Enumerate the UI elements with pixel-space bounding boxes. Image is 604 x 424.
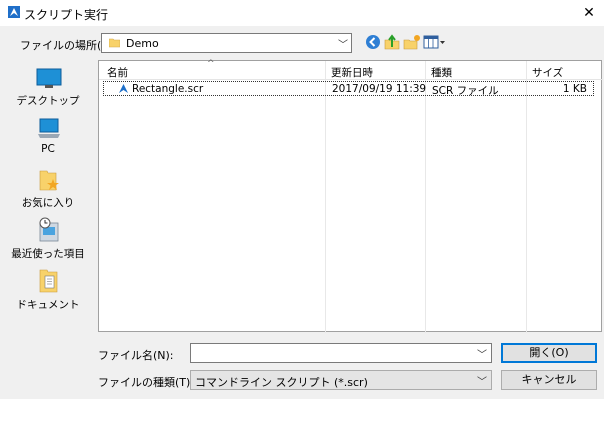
up-folder-icon[interactable] [383,33,401,51]
header-divider [99,79,603,80]
chevron-down-icon[interactable]: ﹀ [477,346,487,361]
place-pc[interactable]: PC [8,118,88,158]
place-label: お気に入り [21,197,75,209]
recent-items-icon [39,217,59,242]
open-button[interactable]: 開く(O) [501,343,597,363]
column-header-name[interactable]: 名前 [107,65,128,80]
column-divider [425,61,426,333]
place-desktop[interactable]: デスクトップ [8,68,88,113]
filetype-label: ファイルの種類(T): [98,376,195,389]
favorites-icon [39,170,59,191]
app-logo-icon [8,6,20,18]
back-icon[interactable] [364,33,382,51]
window-title: スクリプト実行 [24,8,109,22]
column-divider [325,61,326,333]
desktop-icon [36,68,62,88]
file-type: SCR ファイル [432,85,499,97]
column-header-size[interactable]: サイズ [532,65,563,80]
place-label: 最近使った項目 [11,248,85,260]
close-button[interactable]: ✕ [574,0,604,26]
column-divider [526,61,527,333]
view-menu-icon[interactable] [423,33,447,51]
column-header-date[interactable]: 更新日時 [331,65,373,80]
filetype-value: コマンドライン スクリプト (*.scr) [195,376,368,389]
place-label: デスクトップ [16,95,80,107]
chevron-down-icon: ﹀ [338,40,348,51]
file-row[interactable]: Rectangle.scr 2017/09/19 11:39 SCR ファイル … [103,81,594,97]
chevron-down-icon: ﹀ [477,377,487,388]
sort-ascending-icon: ^ [207,59,215,69]
places-bar: デスクトップ PC お気に入り 最近使った項目 ドキュメント [8,60,88,330]
column-header-type[interactable]: 種類 [431,65,452,80]
script-file-icon [119,84,128,93]
place-label: ドキュメント [16,299,80,311]
cancel-button[interactable]: キャンセル [501,370,597,390]
place-recent[interactable]: 最近使った項目 [8,217,88,260]
place-favorites[interactable]: お気に入り [8,168,88,209]
folder-icon [109,38,120,48]
file-list[interactable]: ^ 名前 更新日時 種類 サイズ Rectangle.scr 2017/09/1… [98,59,603,333]
file-date: 2017/09/19 11:39 [332,83,427,95]
file-name: Rectangle.scr [132,83,204,95]
documents-icon [39,269,58,293]
file-size: 1 KB [562,83,587,95]
pc-icon [38,118,60,138]
filename-label: ファイル名(N): [98,349,174,362]
look-in-value: Demo [126,37,159,50]
place-documents[interactable]: ドキュメント [8,268,88,311]
new-folder-icon[interactable] [403,33,421,51]
filename-input[interactable]: ﹀ [190,343,492,363]
look-in-combobox[interactable]: Demo ﹀ [101,33,352,53]
look-in-label: ファイルの場所(I): [20,39,113,52]
place-label: PC [41,143,55,155]
filetype-select[interactable]: コマンドライン スクリプト (*.scr) ﹀ [190,370,492,390]
title-bar: スクリプト実行 ✕ [0,0,604,26]
